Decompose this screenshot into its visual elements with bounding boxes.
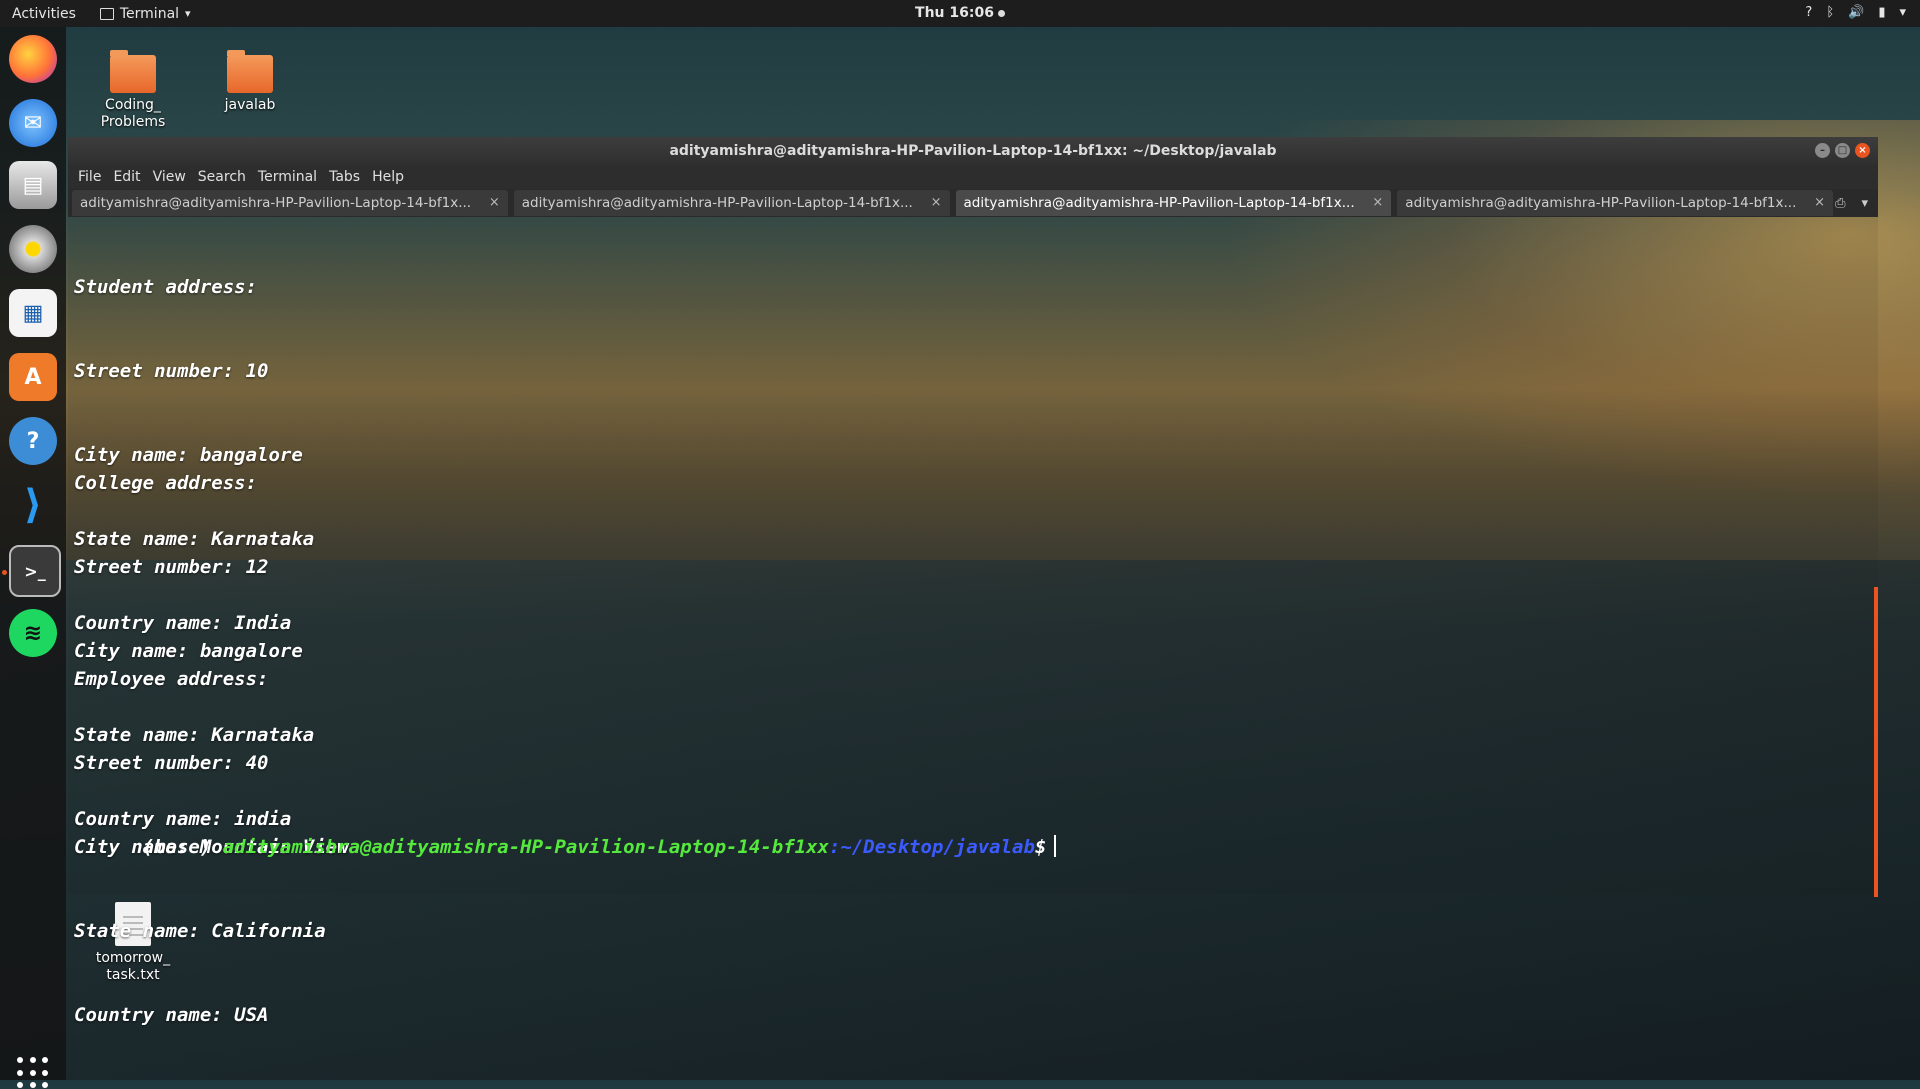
files-icon[interactable]: ▤ — [9, 161, 57, 209]
software-icon[interactable]: A — [9, 353, 57, 401]
scrollbar[interactable] — [1874, 587, 1878, 897]
activities-button[interactable]: Activities — [12, 6, 76, 22]
tab-4[interactable]: adityamishra@adityamishra-HP-Pavilion-La… — [1397, 190, 1834, 216]
desktop-icon-label: Coding_ Problems — [100, 97, 166, 130]
tab-label: adityamishra@adityamishra-HP-Pavilion-La… — [963, 195, 1355, 211]
tab-close-icon[interactable]: × — [1372, 190, 1383, 216]
app-menu-label: Terminal — [119, 5, 180, 22]
show-applications-icon[interactable] — [17, 1057, 49, 1089]
tab-list-icon[interactable]: ▾ — [1861, 196, 1868, 211]
vscode-icon[interactable]: ⟩ — [9, 481, 57, 529]
volume-icon[interactable]: 🔊 — [1848, 5, 1864, 20]
tab-label: adityamishra@adityamishra-HP-Pavilion-La… — [80, 195, 472, 211]
tab-label: adityamishra@adityamishra-HP-Pavilion-La… — [521, 195, 913, 211]
terminal-window-icon — [99, 7, 114, 20]
tab-3[interactable]: adityamishra@adityamishra-HP-Pavilion-La… — [955, 190, 1392, 216]
menu-view[interactable]: View — [153, 169, 186, 185]
terminal-icon[interactable]: >_ — [9, 545, 61, 597]
chevron-down-icon: ▾ — [185, 7, 191, 20]
close-button[interactable]: × — [1855, 143, 1870, 158]
window-titlebar[interactable]: adityamishra@adityamishra-HP-Pavilion-La… — [68, 137, 1878, 165]
menu-bar: File Edit View Search Terminal Tabs Help — [68, 165, 1878, 189]
tab-close-icon[interactable]: × — [1814, 190, 1825, 216]
prompt-path: :~/Desktop/javalab — [828, 836, 1035, 858]
window-title: adityamishra@adityamishra-HP-Pavilion-La… — [669, 143, 1277, 159]
top-bar: Activities Terminal ▾ Thu 16:06 ? ᛒ 🔊 ▮ … — [0, 0, 1920, 27]
menu-edit[interactable]: Edit — [113, 169, 140, 185]
active-app-indicator-icon — [2, 570, 7, 575]
output-line: State name: California — [74, 920, 326, 942]
desktop-icon-label: javalab — [224, 97, 276, 113]
rhythmbox-icon[interactable] — [9, 225, 57, 273]
minimize-button[interactable]: – — [1815, 143, 1830, 158]
terminal-content[interactable]: Student address: Street number: 10 City … — [68, 217, 1878, 1026]
text-cursor — [1054, 835, 1057, 857]
conda-env: (base) — [142, 836, 223, 858]
new-tab-icon[interactable]: ⎙ — [1835, 196, 1845, 211]
menu-search[interactable]: Search — [198, 169, 246, 185]
menu-help[interactable]: Help — [372, 169, 404, 185]
menu-file[interactable]: File — [78, 169, 101, 185]
writer-icon[interactable]: ▦ — [9, 289, 57, 337]
output-line: Street number: 40 — [74, 752, 269, 774]
folder-icon — [110, 50, 156, 93]
tab-2[interactable]: adityamishra@adityamishra-HP-Pavilion-La… — [513, 190, 950, 216]
thunderbird-icon[interactable]: ✉ — [9, 99, 57, 147]
system-menu-icon[interactable]: ▾ — [1899, 5, 1906, 20]
tab-1[interactable]: adityamishra@adityamishra-HP-Pavilion-La… — [72, 190, 508, 216]
menu-terminal[interactable]: Terminal — [258, 169, 317, 185]
output-line: Student address: — [74, 276, 258, 298]
help-app-icon[interactable]: ? — [9, 417, 57, 465]
maximize-button[interactable]: □ — [1835, 143, 1850, 158]
tab-label: adityamishra@adityamishra-HP-Pavilion-La… — [1405, 195, 1797, 211]
firefox-icon[interactable] — [9, 35, 57, 83]
help-icon[interactable]: ? — [1805, 5, 1812, 20]
notification-dot-icon — [997, 9, 1005, 17]
spotify-icon[interactable]: ≋ — [9, 609, 57, 657]
output-line: College address: — [74, 472, 258, 494]
output-line: Street number: 12 — [74, 556, 269, 578]
tab-bar: adityamishra@adityamishra-HP-Pavilion-La… — [68, 189, 1878, 217]
clock[interactable]: Thu 16:06 — [915, 5, 1005, 21]
system-tray[interactable]: ? ᛒ 🔊 ▮ ▾ — [1805, 5, 1906, 20]
desktop-folder-javalab[interactable]: javalab — [202, 50, 298, 113]
bluetooth-icon[interactable]: ᛒ — [1826, 5, 1834, 20]
tab-close-icon[interactable]: × — [931, 190, 942, 216]
tab-close-icon[interactable]: × — [489, 190, 500, 216]
output-line: Employee address: — [74, 668, 269, 690]
shell-prompt[interactable]: (base) adityamishra@adityamishra-HP-Pavi… — [74, 805, 1057, 889]
clock-label: Thu 16:06 — [915, 5, 994, 21]
app-menu[interactable]: Terminal ▾ — [99, 5, 191, 22]
dock: ✉ ▤ ▦ A ? ⟩ >_ ≋ — [0, 27, 66, 1089]
desktop-folder-coding-problems[interactable]: Coding_ Problems — [85, 50, 181, 131]
menu-tabs[interactable]: Tabs — [329, 169, 360, 185]
prompt-user-host: adityamishra@adityamishra-HP-Pavilion-La… — [222, 836, 829, 858]
battery-icon[interactable]: ▮ — [1878, 5, 1885, 20]
prompt-symbol: $ — [1034, 836, 1047, 858]
folder-icon — [227, 50, 273, 93]
terminal-window[interactable]: adityamishra@adityamishra-HP-Pavilion-La… — [68, 137, 1878, 1026]
output-line: Street number: 10 — [74, 360, 269, 382]
output-line: Country name: USA — [74, 1004, 269, 1026]
